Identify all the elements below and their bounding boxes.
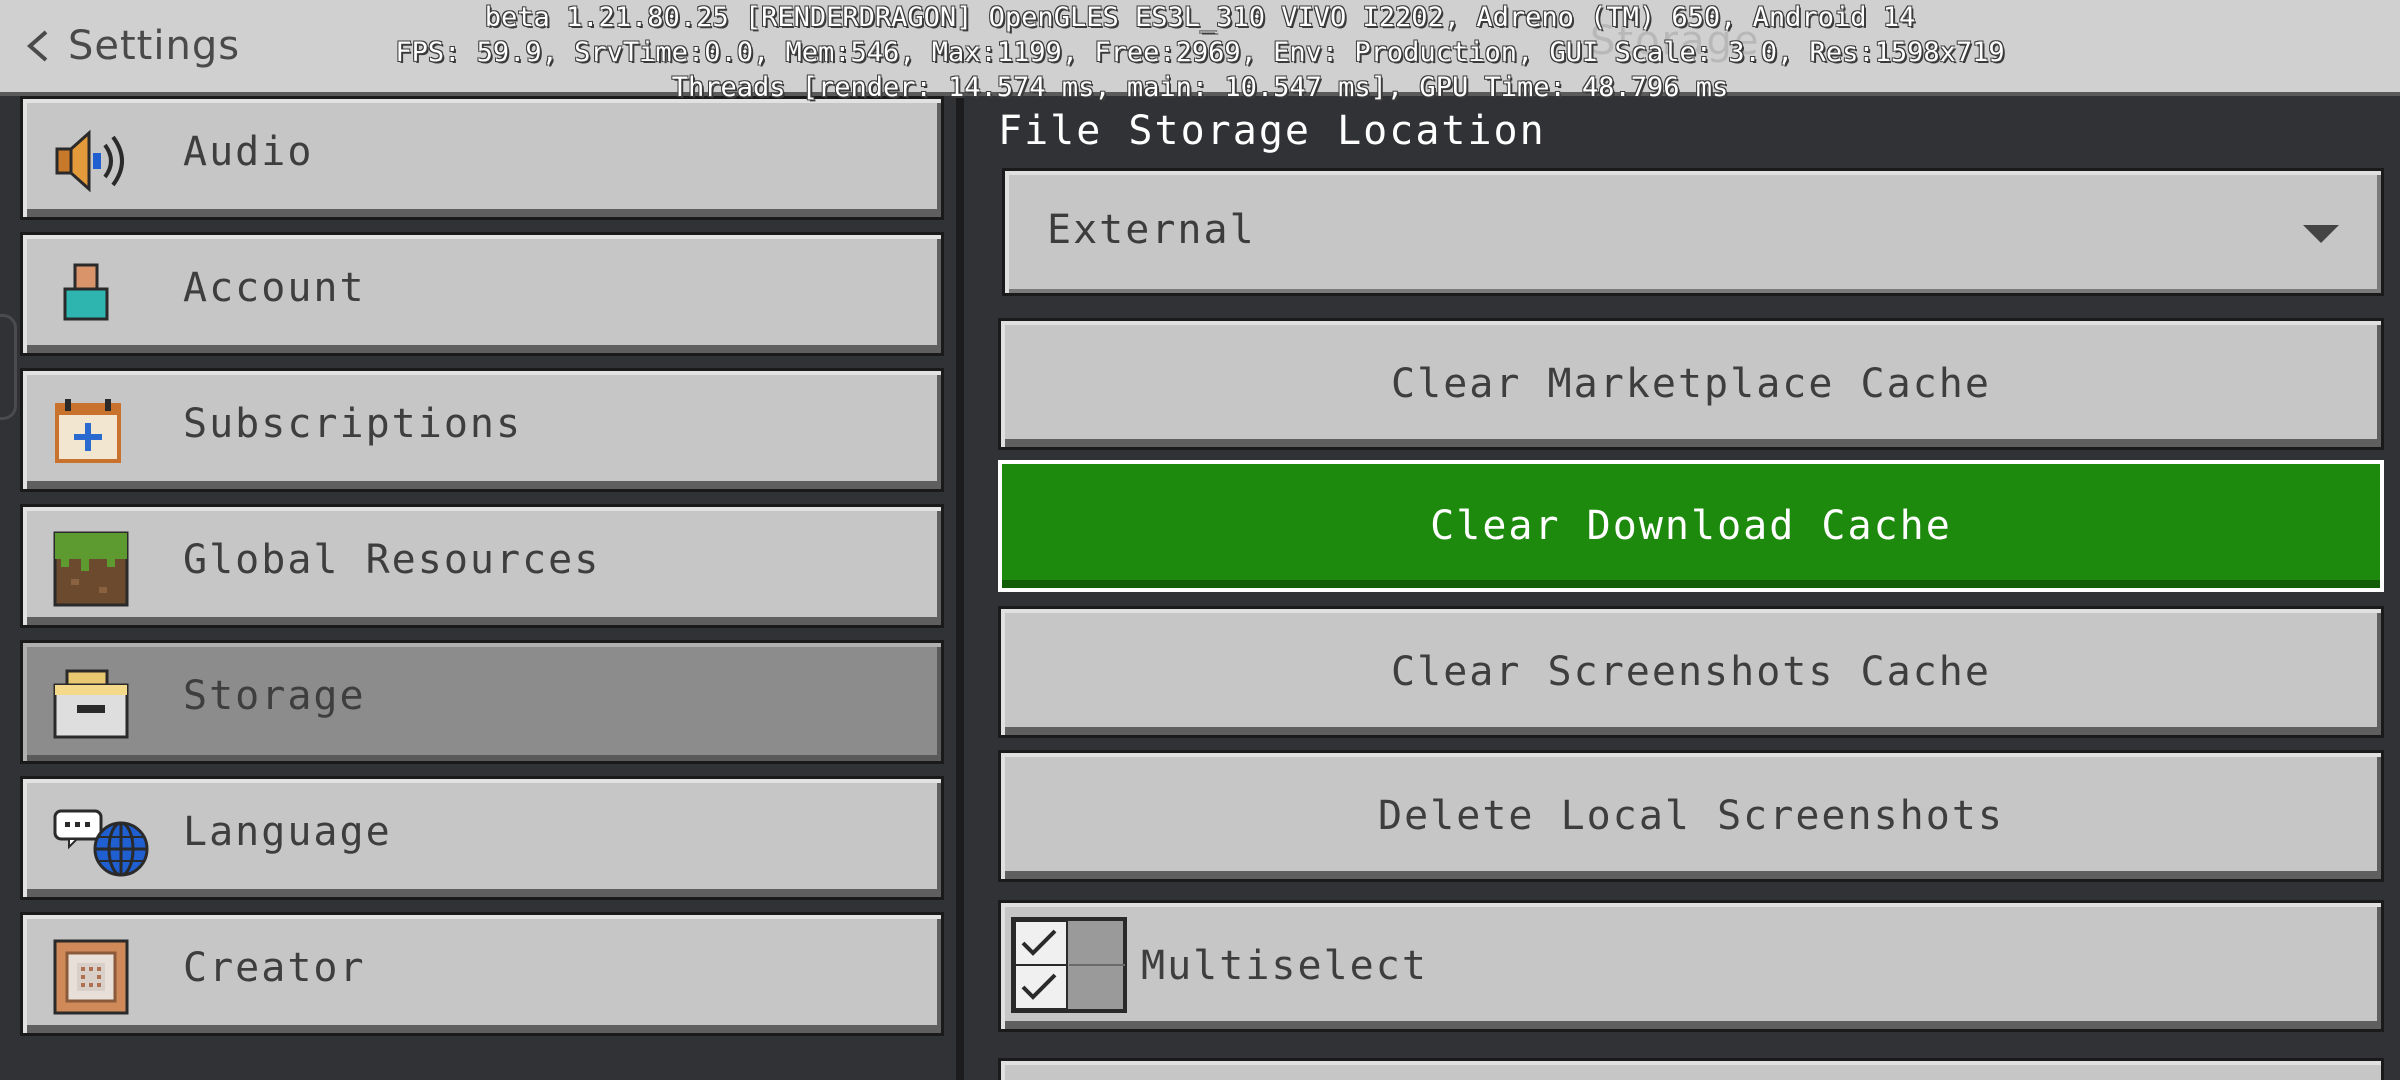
caret-down-icon <box>2303 225 2339 243</box>
sidebar-item-label: Language <box>183 809 392 855</box>
storage-panel: File Storage Location External Clear Mar… <box>964 96 2400 1080</box>
delete-local-screenshots-button[interactable]: Delete Local Screenshots <box>998 750 2384 882</box>
folder-drawer-icon <box>53 669 129 739</box>
sidebar-item-audio[interactable]: Audio <box>20 96 944 220</box>
partially-visible-row[interactable] <box>998 1058 2384 1080</box>
calendar-plus-icon <box>55 399 121 463</box>
sidebar-item-label: Creator <box>183 945 366 991</box>
sidebar-item-label: Storage <box>183 673 366 719</box>
storage-location-dropdown[interactable]: External <box>1002 168 2384 296</box>
sidebar-item-label: Audio <box>183 129 314 175</box>
edge-handle[interactable] <box>0 314 17 420</box>
sidebar-item-creator[interactable]: Creator <box>20 912 944 1036</box>
speaker-icon <box>55 129 124 193</box>
sidebar-item-label: Subscriptions <box>183 401 523 447</box>
dropdown-value: External <box>1047 207 1256 253</box>
sidebar-item-label: Global Resources <box>183 537 601 583</box>
sidebar-item-storage[interactable]: Storage <box>20 640 944 764</box>
command-block-icon <box>53 939 129 1015</box>
clear-screenshots-cache-button[interactable]: Clear Screenshots Cache <box>998 606 2384 738</box>
back-label: Settings <box>68 23 241 69</box>
settings-screen: Settings Storage Audio Account Subscript… <box>0 0 2400 1080</box>
chat-globe-icon <box>53 809 149 877</box>
clear-download-cache-button[interactable]: Clear Download Cache <box>998 460 2384 592</box>
file-storage-label: File Storage Location <box>998 108 1546 154</box>
sidebar-item-language[interactable]: Language <box>20 776 944 900</box>
sidebar-item-account[interactable]: Account <box>20 232 944 356</box>
multiselect-label: Multiselect <box>1141 943 1428 989</box>
grass-block-icon <box>53 531 129 607</box>
multiselect-checkbox-icon[interactable] <box>1011 917 1127 1013</box>
top-bar: Settings Storage <box>0 0 2400 96</box>
clear-marketplace-cache-button[interactable]: Clear Marketplace Cache <box>998 318 2384 450</box>
sidebar-item-label: Account <box>183 265 366 311</box>
multiselect-row[interactable]: Multiselect <box>998 900 2384 1032</box>
page-title: Storage <box>1590 18 1761 64</box>
back-button[interactable]: Settings <box>24 16 240 76</box>
account-icon <box>63 263 109 321</box>
sidebar-item-subscriptions[interactable]: Subscriptions <box>20 368 944 492</box>
chevron-left-icon <box>26 30 48 62</box>
sidebar-item-global-resources[interactable]: Global Resources <box>20 504 944 628</box>
panel-divider <box>956 96 964 1080</box>
settings-sidebar: Audio Account Subscriptions Global Resou… <box>0 96 960 1080</box>
